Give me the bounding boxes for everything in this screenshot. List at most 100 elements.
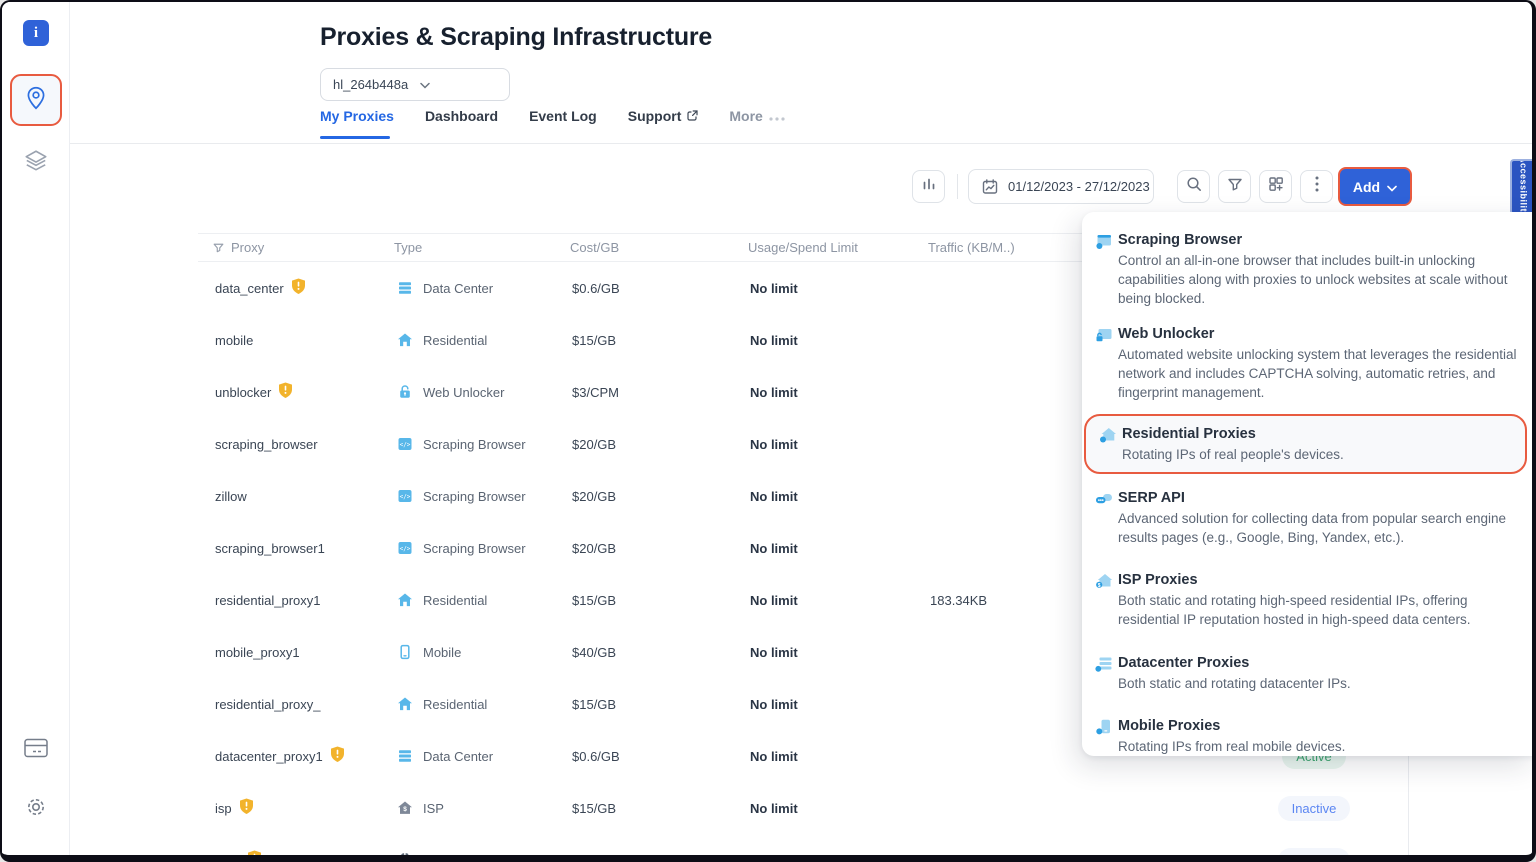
warning-shield-icon — [278, 382, 293, 399]
menu-item-title: SERP API — [1118, 488, 1517, 508]
column-header[interactable]: Proxy — [231, 240, 264, 255]
app-window: i Proxies & Scraping Infrastructure hl_2… — [0, 0, 1536, 862]
proxy-limit: No limit — [750, 366, 798, 418]
datacenter-icon — [397, 748, 413, 764]
residential-icon — [397, 696, 413, 712]
column-header[interactable]: Traffic (KB/M..) — [928, 234, 1015, 261]
settings-gear-icon[interactable] — [23, 794, 49, 820]
menu-item-title: Residential Proxies — [1122, 424, 1507, 444]
proxy-cost: $3/CPM — [572, 834, 619, 862]
date-range-button[interactable]: 01/12/2023 - 27/12/2023 — [968, 169, 1154, 204]
search-icon — [1185, 175, 1203, 198]
residential-proxies-icon — [1099, 426, 1117, 449]
proxy-type-label: SERP API — [423, 853, 482, 862]
funnel-icon[interactable] — [212, 241, 225, 254]
proxy-limit: No limit — [750, 678, 798, 730]
warning-shield-icon — [239, 798, 254, 815]
add-menu-item[interactable]: $ ISP Proxies Both static and rotating h… — [1082, 562, 1535, 637]
add-button[interactable]: Add — [1340, 169, 1410, 204]
filter-button[interactable] — [1218, 170, 1251, 203]
proxy-type-label: Scraping Browser — [423, 541, 526, 556]
proxy-type-label: Residential — [423, 333, 487, 348]
info-icon[interactable]: i — [23, 20, 49, 46]
proxy-name: datacenter_proxy1 — [215, 749, 323, 764]
menu-item-description: Rotating IPs of real people's devices. — [1122, 445, 1507, 464]
add-menu-item[interactable]: SERP API Advanced solution for collectin… — [1082, 480, 1535, 555]
proxy-name: serp — [215, 853, 240, 862]
table-row[interactable]: isp $ISP $15/GB No limit Inactive — [198, 782, 1535, 834]
widgets-button[interactable] — [1259, 170, 1292, 203]
tab-my-proxies[interactable]: My Proxies — [320, 108, 394, 124]
proxy-type-label: Scraping Browser — [423, 489, 526, 504]
menu-item-title: Mobile Proxies — [1118, 716, 1517, 736]
chevron-down-icon — [1387, 179, 1397, 195]
isp-icon: $ — [397, 800, 413, 816]
add-menu-item[interactable]: Scraping Browser Control an all-in-one b… — [1082, 222, 1535, 316]
column-header[interactable]: Usage/Spend Limit — [748, 234, 858, 261]
widgets-icon — [1267, 175, 1285, 198]
add-menu-item[interactable]: Mobile Proxies Rotating IPs from real mo… — [1082, 708, 1535, 756]
project-selector-value: hl_264b448a (Draft.d... — [333, 77, 412, 92]
proxy-limit: No limit — [750, 782, 798, 834]
status-badge: Inactive — [1278, 848, 1351, 862]
proxy-cost: $15/GB — [572, 782, 616, 834]
usage-stats-button[interactable] — [912, 170, 945, 203]
tab-dashboard[interactable]: Dashboard — [425, 108, 498, 124]
menu-item-description: Both static and rotating high-speed resi… — [1118, 591, 1517, 629]
project-selector[interactable]: hl_264b448a (Draft.d... — [320, 68, 510, 101]
proxy-cost: $15/GB — [572, 678, 616, 730]
datacenter-icon — [397, 280, 413, 296]
column-header[interactable]: Type — [394, 234, 422, 261]
tab-support[interactable]: Support — [628, 108, 699, 124]
tab-bar: My Proxies Dashboard Event Log Support M… — [320, 108, 785, 124]
chevron-down-icon — [420, 77, 499, 92]
search-button[interactable] — [1177, 170, 1210, 203]
proxy-limit: No limit — [750, 730, 798, 782]
date-range-value: 01/12/2023 - 27/12/2023 — [1008, 179, 1150, 194]
bar-chart-icon — [920, 175, 938, 198]
add-dropdown-menu: Scraping Browser Control an all-in-one b… — [1082, 212, 1535, 756]
add-menu-item[interactable]: Datacenter Proxies Both static and rotat… — [1082, 645, 1535, 701]
active-tab-underline — [320, 136, 390, 139]
sidebar: i — [2, 2, 70, 855]
residential-icon — [397, 332, 413, 348]
tab-event-log[interactable]: Event Log — [529, 108, 597, 124]
proxy-cost: $0.6/GB — [572, 730, 620, 782]
menu-item-title: Web Unlocker — [1118, 324, 1517, 344]
external-link-icon — [687, 108, 698, 124]
add-menu-item[interactable]: Residential Proxies Rotating IPs of real… — [1084, 414, 1527, 474]
add-menu-item[interactable]: Web Unlocker Automated website unlocking… — [1082, 316, 1535, 410]
filter-icon — [1226, 175, 1244, 198]
table-row[interactable]: serp SERP API $3/CPM No limit Inactive — [198, 834, 1535, 862]
proxy-type-label: Mobile — [423, 645, 461, 660]
proxy-name: scraping_browser1 — [215, 541, 325, 556]
calendar-icon — [981, 178, 999, 196]
proxy-name: residential_proxy1 — [215, 593, 321, 608]
menu-item-title: ISP Proxies — [1118, 570, 1517, 590]
proxy-type-label: Residential — [423, 593, 487, 608]
column-header[interactable]: Cost/GB — [570, 234, 619, 261]
more-actions-button[interactable] — [1300, 170, 1333, 203]
proxy-name: scraping_browser — [215, 437, 318, 452]
proxy-name: data_center — [215, 281, 284, 296]
warning-shield-icon — [330, 746, 345, 763]
proxy-name: isp — [215, 801, 232, 816]
layers-icon[interactable] — [23, 148, 49, 174]
sidebar-item-proxies[interactable] — [10, 74, 62, 126]
menu-item-description: Automated website unlocking system that … — [1118, 345, 1517, 402]
svg-text:$: $ — [403, 806, 407, 813]
header-divider — [70, 143, 1532, 144]
proxy-cost: $15/GB — [572, 574, 616, 626]
proxy-limit: No limit — [750, 314, 798, 366]
menu-item-description: Rotating IPs from real mobile devices. — [1118, 737, 1517, 756]
toolbar-divider — [957, 174, 958, 199]
mobile-icon — [397, 644, 413, 660]
scraping-browser-icon: </> — [397, 540, 413, 556]
accessibility-widget-tab[interactable]: Accessibility — [1510, 159, 1535, 215]
warning-shield-icon — [247, 850, 262, 862]
menu-item-description: Advanced solution for collecting data fr… — [1118, 509, 1517, 547]
proxy-limit: No limit — [750, 574, 798, 626]
proxy-type-label: Scraping Browser — [423, 437, 526, 452]
billing-card-icon[interactable] — [23, 735, 49, 761]
tab-more[interactable]: More — [729, 108, 784, 124]
